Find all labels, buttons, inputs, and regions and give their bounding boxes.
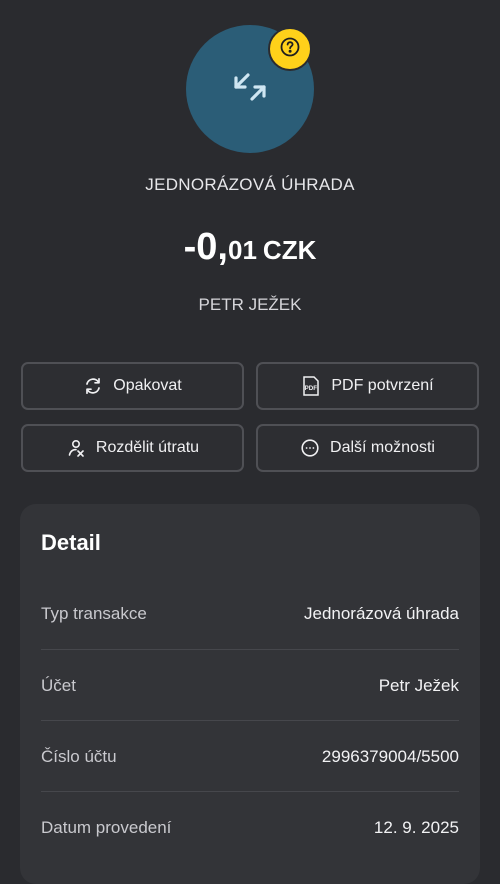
- detail-value: 12. 9. 2025: [373, 817, 459, 837]
- repeat-label: Opakovat: [113, 377, 182, 394]
- help-badge[interactable]: [268, 27, 312, 71]
- detail-label: Typ transakce: [41, 603, 147, 623]
- detail-value[interactable]: 2996379004/5500: [322, 747, 459, 767]
- question-icon: [279, 36, 301, 63]
- svg-text:PDF: PDF: [305, 385, 318, 392]
- split-expense-button[interactable]: Rozdělit útratu: [21, 424, 244, 472]
- detail-row-account-number: Číslo účtu 2996379004/5500: [41, 721, 459, 792]
- more-options-label: Další možnosti: [330, 439, 435, 456]
- transaction-amount: -0,01 CZK: [0, 226, 500, 269]
- amount-decimals: 01: [228, 235, 257, 265]
- detail-label: Datum provedení: [41, 817, 172, 837]
- detail-title: Detail: [41, 530, 101, 555]
- pdf-confirmation-button[interactable]: PDF PDF potvrzení: [256, 362, 479, 410]
- detail-label: Účet: [41, 675, 76, 695]
- detail-value: Jednorázová úhrada: [303, 603, 459, 623]
- detail-value: Petr Ježek: [378, 675, 459, 695]
- detail-row-execution-date: Datum provedení 12. 9. 2025: [41, 792, 459, 863]
- pdf-icon: PDF: [301, 375, 321, 397]
- amount-main: -0,: [183, 226, 228, 268]
- detail-label: Číslo účtu: [41, 746, 117, 766]
- repeat-button[interactable]: Opakovat: [21, 362, 244, 410]
- detail-row-account: Účet Petr Ježek: [41, 650, 459, 721]
- detail-card: Detail Typ transakce Jednorázová úhrada …: [20, 504, 480, 884]
- amount-currency: CZK: [262, 235, 317, 265]
- split-expense-label: Rozdělit útratu: [95, 439, 200, 456]
- more-options-icon: [300, 438, 320, 458]
- counterparty-name: PETR JEŽEK: [198, 295, 302, 314]
- pdf-label: PDF potvrzení: [331, 377, 434, 394]
- repeat-icon: [83, 376, 103, 396]
- more-options-button[interactable]: Další možnosti: [256, 424, 479, 472]
- split-user-icon: [66, 438, 86, 458]
- transaction-type: JEDNORÁZOVÁ ÚHRADA: [145, 175, 355, 194]
- detail-row-transaction-type: Typ transakce Jednorázová úhrada: [41, 578, 459, 649]
- transfer-arrows-icon: [228, 65, 272, 114]
